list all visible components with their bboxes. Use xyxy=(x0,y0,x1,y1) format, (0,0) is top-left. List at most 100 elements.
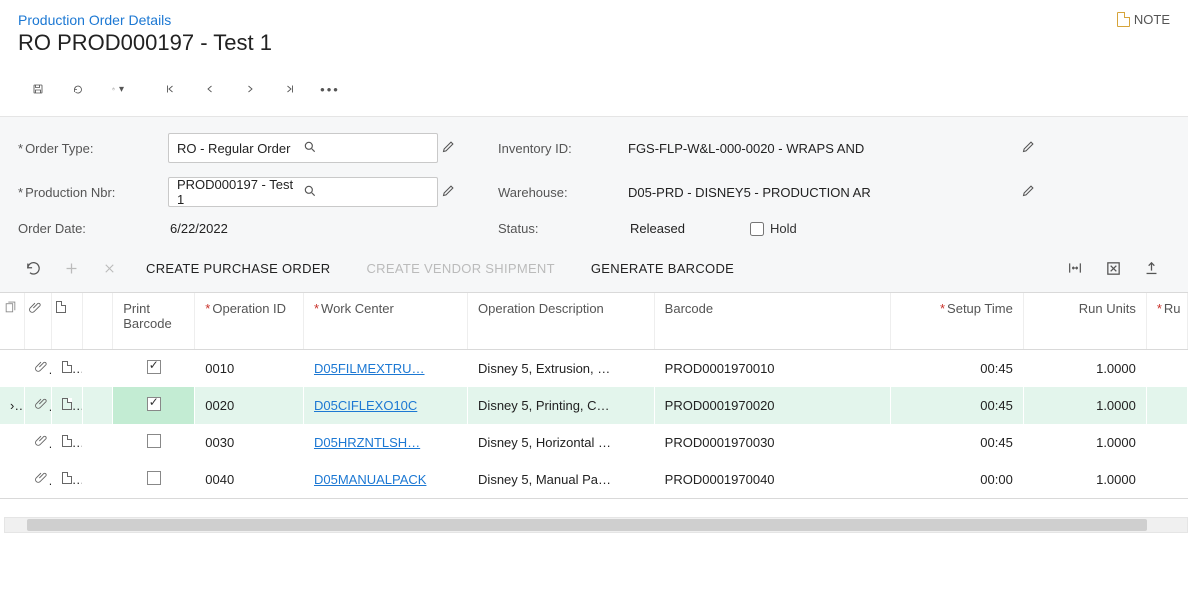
toolbar: ••• xyxy=(18,74,1170,104)
row-selector-icon[interactable] xyxy=(0,424,25,461)
operations-grid: Print Barcode *Operation ID *Work Center… xyxy=(0,292,1188,499)
attachment-icon[interactable] xyxy=(25,424,52,461)
hold-checkbox-input[interactable] xyxy=(750,222,764,236)
note-button[interactable]: NOTE xyxy=(1117,12,1170,27)
delete-row-icon xyxy=(90,254,128,282)
operation-id-cell[interactable]: 0040 xyxy=(195,461,304,498)
first-icon[interactable] xyxy=(150,74,190,104)
operation-id-cell[interactable]: 0020 xyxy=(195,387,304,424)
print-barcode-checkbox[interactable] xyxy=(147,434,161,448)
run-units-cell[interactable]: 1.0000 xyxy=(1023,387,1146,424)
col-barcode[interactable]: Barcode xyxy=(654,293,890,350)
hold-checkbox[interactable]: Hold xyxy=(750,221,797,236)
warehouse-label: Warehouse: xyxy=(498,185,628,200)
export-excel-icon[interactable] xyxy=(1094,254,1132,282)
note-label: NOTE xyxy=(1134,12,1170,27)
col-operation-id[interactable]: *Operation ID xyxy=(195,293,304,350)
clipboard-menu[interactable] xyxy=(98,74,138,104)
barcode-cell[interactable]: PROD0001970030 xyxy=(654,424,890,461)
setup-time-cell[interactable]: 00:45 xyxy=(890,350,1023,388)
generate-barcode-button[interactable]: GENERATE BARCODE xyxy=(573,261,752,276)
attachment-icon[interactable] xyxy=(25,387,52,424)
scrollbar-thumb[interactable] xyxy=(27,519,1147,531)
row-selector-icon[interactable] xyxy=(0,461,25,498)
row-selector-icon[interactable]: › xyxy=(0,387,25,424)
add-row-icon xyxy=(52,254,90,282)
run-units-cell[interactable]: 1.0000 xyxy=(1023,350,1146,388)
col-row-tools[interactable] xyxy=(0,293,25,350)
col-notes[interactable] xyxy=(51,293,82,350)
order-date-value: 6/22/2022 xyxy=(168,221,438,236)
run-units-cell[interactable]: 1.0000 xyxy=(1023,461,1146,498)
note-icon[interactable] xyxy=(51,424,82,461)
production-nbr-label: *Production Nbr: xyxy=(18,185,168,200)
edit-icon[interactable] xyxy=(1018,183,1038,201)
edit-icon[interactable] xyxy=(438,139,458,157)
prev-icon[interactable] xyxy=(190,74,230,104)
col-run-units[interactable]: Run Units xyxy=(1023,293,1146,350)
table-row[interactable]: 0030 D05HRZNTLSH… Disney 5, Horizontal …PR… xyxy=(0,424,1188,461)
work-center-link[interactable]: D05MANUALPACK xyxy=(314,472,426,487)
operation-id-cell[interactable]: 0010 xyxy=(195,350,304,388)
print-barcode-checkbox[interactable] xyxy=(147,471,161,485)
operation-id-cell[interactable]: 0030 xyxy=(195,424,304,461)
barcode-cell[interactable]: PROD0001970010 xyxy=(654,350,890,388)
search-icon[interactable] xyxy=(303,184,429,201)
edit-icon[interactable] xyxy=(1018,139,1038,157)
print-barcode-checkbox[interactable] xyxy=(147,397,161,411)
horizontal-scrollbar[interactable] xyxy=(4,517,1188,533)
attachment-icon[interactable] xyxy=(25,350,52,388)
table-row[interactable]: 0040 D05MANUALPACK Disney 5, Manual Pa…PRO… xyxy=(0,461,1188,498)
col-print-barcode[interactable]: Print Barcode xyxy=(113,293,195,350)
note-icon[interactable] xyxy=(51,461,82,498)
refresh-icon[interactable] xyxy=(14,254,52,282)
table-row[interactable]: › 0020 D05CIFLEXO10C Disney 5, Printing, C…… xyxy=(0,387,1188,424)
next-icon[interactable] xyxy=(230,74,270,104)
col-work-center[interactable]: *Work Center xyxy=(303,293,467,350)
work-center-link[interactable]: D05FILMEXTRU… xyxy=(314,361,425,376)
undo-icon[interactable] xyxy=(58,74,98,104)
run-units-cell[interactable]: 1.0000 xyxy=(1023,424,1146,461)
breadcrumb[interactable]: Production Order Details xyxy=(18,12,272,28)
more-icon[interactable]: ••• xyxy=(310,74,350,104)
op-desc-cell[interactable]: Disney 5, Extrusion, … xyxy=(468,350,655,388)
barcode-cell[interactable]: PROD0001970020 xyxy=(654,387,890,424)
status-label: Status: xyxy=(498,221,628,236)
work-center-link[interactable]: D05CIFLEXO10C xyxy=(314,398,417,413)
col-attach[interactable] xyxy=(25,293,52,350)
order-date-label: Order Date: xyxy=(18,221,168,236)
order-type-input[interactable]: RO - Regular Order xyxy=(168,133,438,163)
note-icon[interactable] xyxy=(51,350,82,388)
print-barcode-checkbox[interactable] xyxy=(147,360,161,374)
save-icon[interactable] xyxy=(18,74,58,104)
production-nbr-input[interactable]: PROD000197 - Test 1 xyxy=(168,177,438,207)
work-center-link[interactable]: D05HRZNTLSH… xyxy=(314,435,420,450)
upload-icon[interactable] xyxy=(1132,254,1170,282)
order-type-value: RO - Regular Order xyxy=(177,141,303,156)
setup-time-cell[interactable]: 00:00 xyxy=(890,461,1023,498)
attachment-icon[interactable] xyxy=(25,461,52,498)
col-setup-time[interactable]: *Setup Time xyxy=(890,293,1023,350)
inventory-id-label: Inventory ID: xyxy=(498,141,628,156)
row-selector-icon[interactable] xyxy=(0,350,25,388)
setup-time-cell[interactable]: 00:45 xyxy=(890,424,1023,461)
op-desc-cell[interactable]: Disney 5, Manual Pa… xyxy=(468,461,655,498)
edit-icon[interactable] xyxy=(438,183,458,201)
grid-toolbar: CREATE PURCHASE ORDER CREATE VENDOR SHIP… xyxy=(0,244,1188,292)
setup-time-cell[interactable]: 00:45 xyxy=(890,387,1023,424)
col-indicator xyxy=(82,293,113,350)
inventory-id-value: FGS-FLP-W&L-000-0020 - WRAPS AND xyxy=(628,141,1018,156)
create-purchase-order-button[interactable]: CREATE PURCHASE ORDER xyxy=(128,261,348,276)
last-icon[interactable] xyxy=(270,74,310,104)
fit-columns-icon[interactable] xyxy=(1056,254,1094,282)
note-icon[interactable] xyxy=(51,387,82,424)
col-op-desc[interactable]: Operation Description xyxy=(468,293,655,350)
page-title: RO PROD000197 - Test 1 xyxy=(18,30,272,56)
op-desc-cell[interactable]: Disney 5, Horizontal … xyxy=(468,424,655,461)
op-desc-cell[interactable]: Disney 5, Printing, C… xyxy=(468,387,655,424)
table-row[interactable]: 0010 D05FILMEXTRU… Disney 5, Extrusion, …P… xyxy=(0,350,1188,388)
breadcrumb-link[interactable]: Production Order Details xyxy=(18,12,171,28)
search-icon[interactable] xyxy=(303,140,429,157)
col-run[interactable]: *Ru xyxy=(1146,293,1187,350)
barcode-cell[interactable]: PROD0001970040 xyxy=(654,461,890,498)
